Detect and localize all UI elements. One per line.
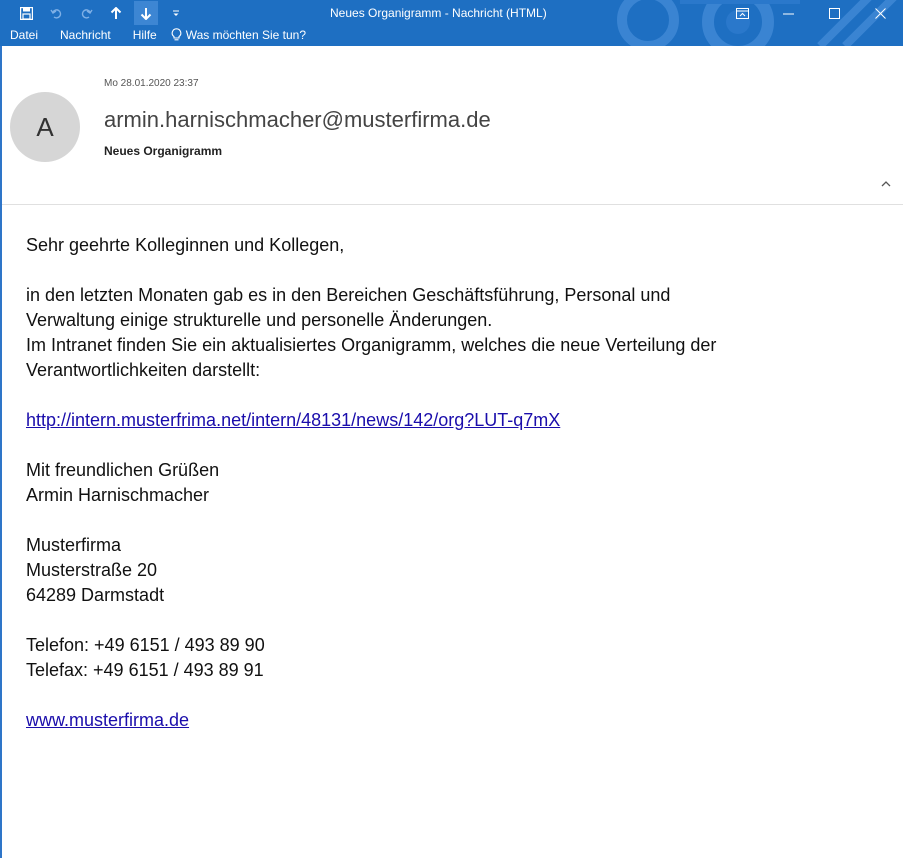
sender-avatar: A [10, 92, 80, 162]
sender-name: Armin Harnischmacher [26, 485, 210, 505]
phone-number: Telefon: +49 6151 / 493 89 90 [26, 635, 265, 655]
body-line: Verantwortlichkeiten darstellt: [26, 360, 261, 380]
window-title: Neues Organigramm - Nachricht (HTML) [330, 6, 547, 20]
organigramm-link[interactable]: http://intern.musterfrima.net/intern/481… [26, 410, 560, 430]
menu-hilfe[interactable]: Hilfe [133, 28, 157, 42]
window-controls [719, 0, 903, 26]
collapse-header-button[interactable] [881, 174, 891, 190]
customize-icon [173, 10, 179, 16]
tell-me-label: Was möchten Sie tun? [185, 27, 306, 42]
undo-button[interactable] [44, 1, 68, 25]
menu-datei[interactable]: Datei [10, 28, 38, 42]
header-divider [2, 204, 903, 205]
close-icon [874, 7, 886, 19]
ribbon-display-icon [735, 7, 749, 19]
lightbulb-icon [171, 28, 182, 41]
menu-bar: Datei Nachricht Hilfe Was möchten Sie tu… [0, 23, 306, 46]
company-name: Musterfirma [26, 535, 122, 555]
maximize-button[interactable] [811, 0, 857, 26]
body-line: Verwaltung einige strukturelle und perso… [26, 310, 493, 330]
window-left-border [0, 46, 2, 858]
undo-icon [49, 8, 61, 19]
save-icon [19, 6, 33, 20]
fax-number: Telefax: +49 6151 / 493 89 91 [26, 660, 264, 680]
company-city: 64289 Darmstadt [26, 585, 165, 605]
sender-address[interactable]: armin.harnischmacher@musterfirma.de [104, 107, 491, 133]
message-date: Mo 28.01.2020 23:37 [104, 78, 199, 89]
ribbon-display-options-button[interactable] [719, 0, 765, 26]
arrow-down-icon [140, 7, 152, 20]
tell-me-search[interactable]: Was möchten Sie tun? [171, 28, 306, 42]
redo-button[interactable] [74, 1, 98, 25]
previous-item-button[interactable] [104, 1, 128, 25]
message-subject: Neues Organigramm [104, 144, 223, 158]
maximize-icon [828, 7, 840, 19]
minimize-button[interactable] [765, 0, 811, 26]
close-button[interactable] [857, 0, 903, 26]
website-link[interactable]: www.musterfirma.de [26, 710, 189, 730]
company-street: Musterstraße 20 [26, 560, 158, 580]
menu-nachricht[interactable]: Nachricht [60, 28, 111, 42]
next-item-button[interactable] [134, 1, 158, 25]
title-bar: Neues Organigramm - Nachricht (HTML) Dat… [0, 0, 903, 46]
customize-toolbar-button[interactable] [164, 1, 188, 25]
greeting: Sehr geehrte Kolleginnen und Kollegen, [26, 235, 345, 255]
message-body: Sehr geehrte Kolleginnen und Kollegen, i… [26, 233, 886, 733]
arrow-up-icon [110, 6, 122, 19]
body-line: Im Intranet finden Sie ein aktualisierte… [26, 335, 717, 355]
body-line: in den letzten Monaten gab es in den Ber… [26, 285, 671, 305]
minimize-icon [782, 13, 794, 14]
redo-icon [81, 8, 93, 19]
closing: Mit freundlichen Grüßen [26, 460, 220, 480]
save-button[interactable] [14, 1, 38, 25]
chevron-up-icon [881, 181, 891, 187]
